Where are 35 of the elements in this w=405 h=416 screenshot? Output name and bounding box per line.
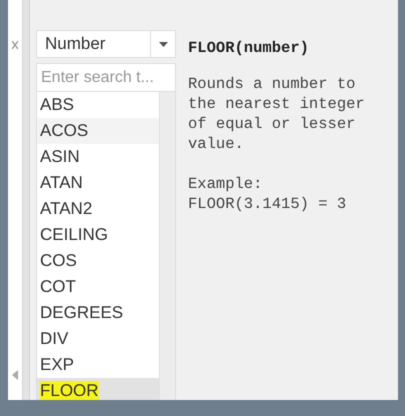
function-list-item[interactable]: COT: [37, 274, 159, 300]
function-list-item[interactable]: DEGREES: [37, 300, 159, 326]
scroll-left-icon[interactable]: [12, 370, 18, 380]
function-name: ATAN: [40, 173, 83, 193]
function-name: ABS: [40, 95, 74, 115]
function-signature: FLOOR(number): [188, 38, 310, 58]
function-list-item[interactable]: ASIN: [37, 144, 159, 170]
scrollbar[interactable]: [159, 92, 175, 400]
function-name: DEGREES: [40, 303, 124, 323]
function-list-item[interactable]: ATAN: [37, 170, 159, 196]
function-name: ACOS: [40, 121, 88, 141]
function-name: COS: [40, 251, 77, 271]
highlighted-function-name: FLOOR: [40, 381, 99, 400]
function-list-item[interactable]: COS: [37, 248, 159, 274]
function-list-item[interactable]: ATAN2: [37, 196, 159, 222]
function-name: ASIN: [40, 147, 80, 167]
function-name: DIV: [40, 329, 68, 349]
close-icon[interactable]: [12, 40, 18, 50]
example-text: FLOOR(3.1415) = 3: [188, 194, 348, 214]
example-label: Example:: [188, 174, 264, 194]
function-list-item[interactable]: CEILING: [37, 222, 159, 248]
function-description: Rounds a number to the nearest integer of equal or lesser value.: [188, 74, 366, 154]
function-name: ATAN2: [40, 199, 92, 219]
splitter[interactable]: [22, 0, 30, 400]
function-name: CEILING: [40, 225, 108, 245]
function-name: COT: [40, 277, 76, 297]
function-list-item[interactable]: ACOS: [37, 118, 159, 144]
function-list-item[interactable]: ABS: [37, 92, 159, 118]
function-list-item[interactable]: EXP: [37, 352, 159, 378]
function-list-item[interactable]: FLOOR: [37, 378, 159, 400]
search-field[interactable]: Enter search t...: [36, 63, 176, 92]
function-list-item[interactable]: DIV: [37, 326, 159, 352]
function-name: EXP: [40, 355, 74, 375]
caret-icon: [158, 42, 168, 46]
category-dropdown[interactable]: Number: [36, 30, 176, 58]
